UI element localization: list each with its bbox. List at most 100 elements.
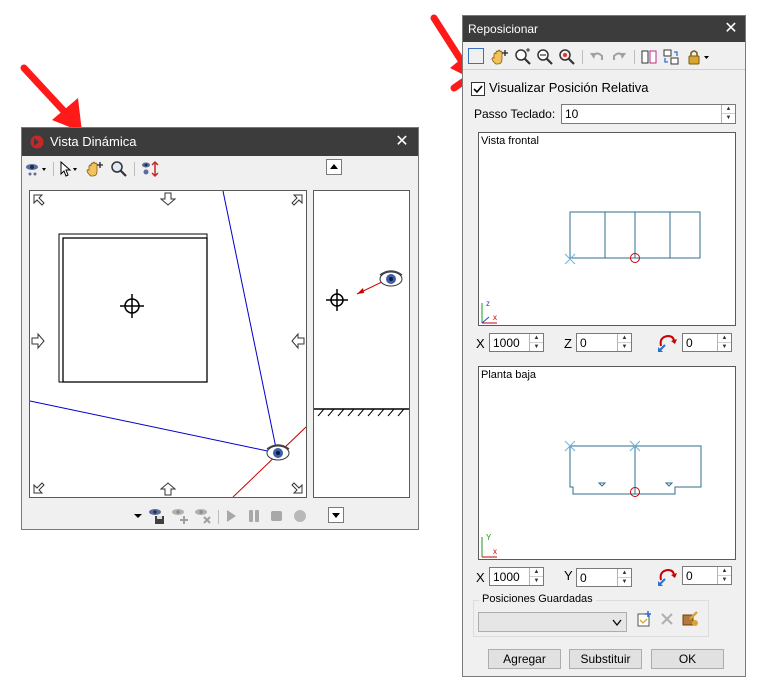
view-line-blue-2 (30, 400, 278, 454)
reposicionar-titlebar: Reposicionar ✕ (463, 16, 745, 42)
reposicionar-title: Reposicionar (468, 22, 539, 36)
object-square-outer (58, 233, 208, 383)
view-line-blue-1 (222, 191, 278, 454)
arrow-left-icon (291, 332, 305, 350)
planta-y-label: Y (564, 568, 573, 583)
passo-teclado-input[interactable]: 10 ▲ ▼ (561, 104, 736, 124)
hand-pan-icon[interactable] (85, 160, 105, 178)
frontal-x-spinner[interactable]: ▲ ▼ (529, 334, 543, 351)
vertical-move-icon[interactable] (140, 160, 160, 178)
frontal-rotation-spinner[interactable]: ▲ ▼ (717, 334, 731, 351)
substituir-button[interactable]: Substituir (569, 649, 642, 669)
hand-pan-icon[interactable] (490, 48, 510, 66)
close-icon[interactable]: ✕ (719, 16, 743, 42)
ok-button[interactable]: OK (651, 649, 724, 669)
frontal-x-input[interactable]: 1000 ▲ ▼ (489, 333, 544, 352)
frontal-axis-b: x (493, 313, 497, 322)
zoom-extents-icon[interactable] (536, 48, 554, 66)
object-square-inner (62, 237, 208, 383)
planta-rotate-icon[interactable] (656, 566, 678, 588)
frontal-z-spinner[interactable]: ▲ ▼ (617, 334, 631, 351)
arrow-corner-bl-icon (33, 482, 45, 494)
chevron-down-icon (134, 514, 142, 518)
edit-saved-position-icon[interactable] (681, 610, 699, 628)
arrow-up-icon (159, 482, 177, 496)
saved-views-dropdown[interactable] (92, 509, 144, 523)
planta-axis-b: x (493, 547, 497, 556)
arrow-corner-tl-icon (33, 194, 45, 206)
redo-icon[interactable] (610, 48, 628, 66)
close-icon[interactable]: ✕ (390, 128, 414, 156)
planta-x-spinner[interactable]: ▲ ▼ (529, 568, 543, 585)
frontal-axis-a: z (486, 299, 490, 308)
dynamic-main-view[interactable] (29, 190, 307, 498)
side-scroll-down-button[interactable] (328, 507, 344, 523)
triangle-up-icon (330, 164, 338, 169)
side-eye-icon (379, 270, 403, 287)
vista-title: Vista Dinámica (50, 134, 137, 149)
stop-icon[interactable] (270, 508, 284, 524)
posiciones-guardadas-select[interactable] (478, 612, 627, 632)
planta-rotation-spinner[interactable]: ▲ ▼ (717, 567, 731, 584)
checkmark-icon (473, 85, 483, 94)
pause-icon[interactable] (247, 508, 261, 524)
target-crosshair-icon (120, 294, 144, 318)
visualizar-posicion-label: Visualizar Posición Relativa (489, 80, 649, 95)
side-crosshair-icon (326, 289, 348, 311)
passo-teclado-spinner[interactable]: ▲ ▼ (721, 105, 735, 123)
select-rect-icon[interactable] (468, 48, 484, 64)
reposicionar-toolbar (466, 45, 742, 69)
chevron-down-icon (612, 619, 622, 627)
side-view-canvas (314, 270, 409, 417)
swap-view-icon[interactable] (662, 48, 680, 66)
play-icon[interactable] (224, 508, 238, 524)
side-scroll-up-button[interactable] (326, 159, 342, 175)
annotation-arrow-left (20, 64, 82, 132)
agregar-button[interactable]: Agregar (488, 649, 561, 669)
record-icon[interactable] (292, 508, 308, 524)
planta-rotation-input[interactable]: 0 ▲ ▼ (682, 566, 732, 585)
posiciones-guardadas-label: Posiciones Guardadas (479, 593, 596, 605)
delete-saved-position-icon[interactable] (659, 611, 675, 627)
pointer-icon[interactable] (58, 161, 80, 177)
vista-titlebar: Vista Dinámica ✕ (22, 128, 418, 156)
frontal-z-input[interactable]: 0 ▲ ▼ (576, 333, 632, 352)
planta-x-input[interactable]: 1000 ▲ ▼ (489, 567, 544, 586)
camera-eye-icon (266, 444, 290, 461)
zoom-in-icon[interactable] (514, 48, 532, 66)
eye-mode-icon[interactable] (25, 161, 49, 177)
arrow-corner-tr-icon (291, 194, 303, 206)
save-position-icon[interactable] (147, 506, 167, 526)
dynamic-side-view[interactable] (313, 190, 410, 498)
frontal-z-label: Z (564, 336, 572, 351)
planta-y-input[interactable]: 0 ▲ ▼ (576, 568, 632, 587)
frontal-canvas (481, 211, 701, 324)
app-logo-icon (30, 135, 44, 149)
planta-baja-view[interactable]: Planta baja Y x (478, 366, 736, 560)
delete-position-icon[interactable] (193, 506, 213, 526)
frontal-rotate-icon[interactable] (656, 332, 678, 354)
add-position-icon[interactable] (170, 506, 190, 526)
planta-axis-a: Y (486, 533, 492, 542)
triangle-down-icon (332, 513, 340, 518)
vista-frontal-view[interactable]: Vista frontal z x (478, 132, 736, 326)
zoom-icon[interactable] (110, 160, 128, 178)
frontal-rotation-input[interactable]: 0 ▲ ▼ (682, 333, 732, 352)
arrow-right-icon (31, 332, 45, 350)
vista-dinamica-window: Vista Dinámica ✕ (21, 127, 419, 530)
zoom-window-icon[interactable] (558, 48, 576, 66)
add-saved-position-icon[interactable] (635, 610, 653, 628)
planta-y-spinner[interactable]: ▲ ▼ (617, 569, 631, 586)
main-view-canvas (30, 191, 306, 497)
arrow-down-icon (159, 192, 177, 206)
planta-canvas (481, 440, 702, 558)
passo-teclado-label: Passo Teclado: (474, 107, 556, 121)
visualizar-posicion-checkbox[interactable] (471, 82, 485, 96)
lock-icon[interactable] (686, 48, 712, 66)
planta-x-label: X (476, 570, 485, 585)
arrow-corner-br-icon (291, 482, 303, 494)
reposicionar-window: Reposicionar ✕ Visualizar Posición Relat… (462, 15, 746, 677)
undo-icon[interactable] (588, 48, 606, 66)
split-view-icon[interactable] (640, 48, 658, 66)
frontal-x-label: X (476, 336, 485, 351)
